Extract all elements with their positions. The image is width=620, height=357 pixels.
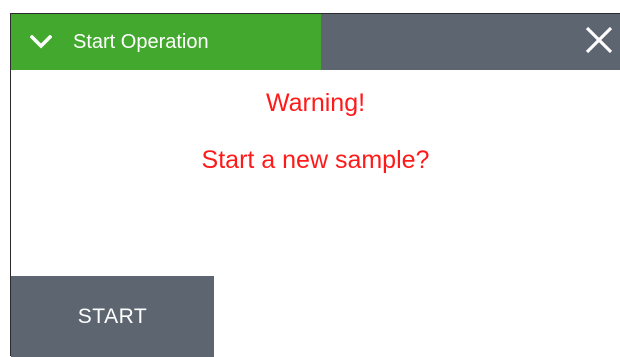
warning-heading: Warning! xyxy=(265,89,366,117)
start-operation-dialog: Start Operation Warning! Start a new sam… xyxy=(10,13,620,357)
close-button[interactable] xyxy=(578,14,620,70)
dialog-titlebar: Start Operation xyxy=(11,14,620,70)
dialog-title-tab: Start Operation xyxy=(11,14,321,70)
start-button[interactable]: START xyxy=(11,276,214,357)
warning-question: Start a new sample? xyxy=(201,146,430,174)
dialog-title: Start Operation xyxy=(73,30,209,53)
chevron-down-icon[interactable] xyxy=(30,34,52,50)
close-icon xyxy=(584,25,614,60)
